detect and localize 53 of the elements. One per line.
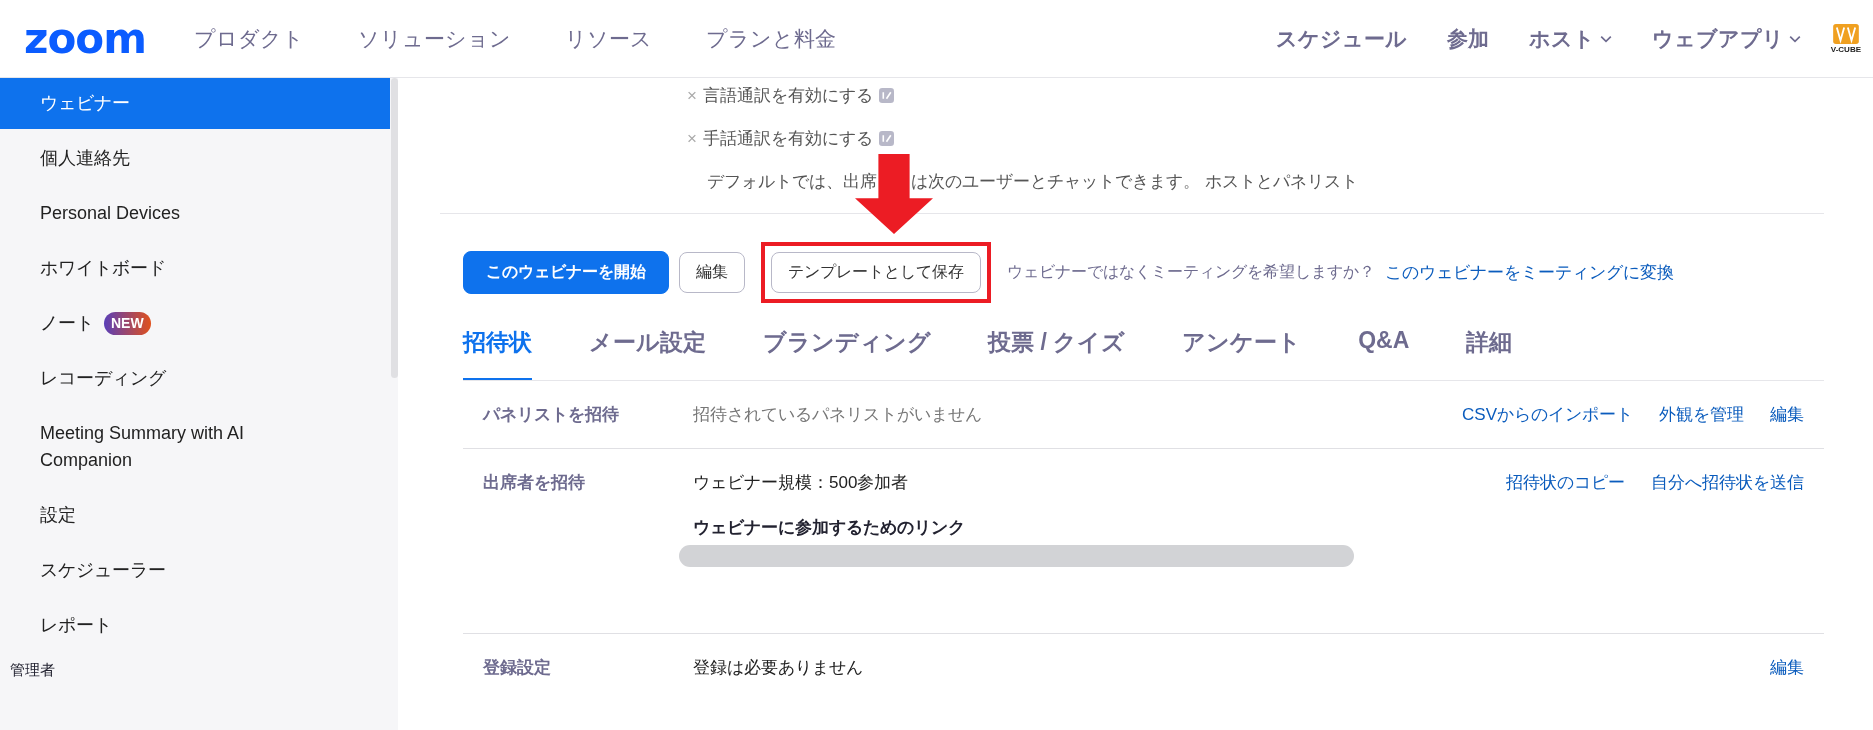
- nav-link[interactable]: ソリューション: [357, 24, 511, 53]
- cross-icon: ×: [687, 85, 697, 106]
- row-value: ウェビナー規模：500参加者: [693, 472, 910, 494]
- sidebar-item[interactable]: ホワイトボード: [0, 243, 390, 294]
- section-heading: 管理者: [9, 660, 56, 680]
- cross-icon: ×: [687, 128, 697, 149]
- edit-button[interactable]: 編集: [679, 252, 745, 293]
- row-link[interactable]: 自分へ招待状を送信: [1651, 471, 1804, 611]
- nav-link[interactable]: リソース: [564, 24, 652, 53]
- setting-label: 手話通訳を有効にする: [702, 128, 873, 150]
- nav-link[interactable]: プロダクト: [193, 24, 304, 53]
- sidebar-item[interactable]: スケジューラー: [0, 545, 390, 596]
- zoom-logo[interactable]: zoom: [24, 17, 146, 60]
- nav-link[interactable]: ウェブアプリ: [1651, 24, 1801, 53]
- new-badge: NEW: [104, 312, 151, 335]
- sidebar-item[interactable]: レポート: [0, 600, 390, 651]
- row-label: パネリストを招待: [483, 404, 620, 426]
- sidebar-item[interactable]: 個人連絡先: [0, 133, 390, 184]
- row-link[interactable]: 編集: [1770, 403, 1804, 426]
- tab[interactable]: 詳細: [1466, 317, 1513, 380]
- nav-link[interactable]: ホスト: [1528, 24, 1612, 53]
- tab[interactable]: メール設定: [589, 317, 706, 380]
- row-value: 招待されているパネリストがいません: [693, 404, 983, 426]
- sidebar-item[interactable]: 設定: [0, 490, 390, 541]
- save-template-button[interactable]: テンプレートとして保存: [771, 252, 981, 293]
- convert-link[interactable]: このウェビナーをミーティングに変換: [1385, 261, 1674, 284]
- row-link[interactable]: 外観を管理: [1659, 403, 1744, 426]
- row-label: 登録設定: [483, 657, 552, 679]
- tab[interactable]: アンケート: [1182, 317, 1302, 380]
- nav-link[interactable]: プランと料金: [705, 24, 836, 53]
- nav-link[interactable]: スケジュール: [1275, 24, 1407, 53]
- tab[interactable]: 招待状: [463, 317, 532, 380]
- partner-logo[interactable]: V-CUBE: [1830, 23, 1861, 54]
- tab[interactable]: ブランディング: [763, 317, 931, 380]
- tab[interactable]: Q&A: [1358, 317, 1410, 380]
- nav-link[interactable]: 参加: [1446, 24, 1489, 53]
- sidebar-item[interactable]: ウェビナー: [0, 78, 390, 129]
- sidebar-item[interactable]: Personal Devices: [0, 188, 390, 239]
- start-button[interactable]: このウェビナーを開始: [463, 251, 669, 294]
- chat-setting-text: デフォルトでは、出席: [707, 171, 877, 193]
- row-value: 登録は必要ありません: [693, 657, 864, 679]
- setting-label: 言語通訳を有効にする: [702, 85, 873, 107]
- row-link[interactable]: CSVからのインポート: [1462, 403, 1633, 426]
- row-link[interactable]: 招待状のコピー: [1506, 471, 1625, 611]
- link-heading: ウェビナーに参加するためのリンク: [693, 517, 966, 539]
- sidebar-item[interactable]: レコーディング: [0, 353, 390, 404]
- row-link[interactable]: 編集: [1770, 656, 1804, 679]
- sidebar-item[interactable]: ノート NEW: [0, 298, 390, 349]
- chat-setting-text: は次のユーザーとチャットできます。 ホストとパネリスト: [911, 171, 1358, 193]
- row-label: 出席者を招待: [483, 472, 586, 494]
- question-text: ウェビナーではなくミーティングを希望しますか？: [1007, 262, 1375, 282]
- tab[interactable]: 投票 / クイズ: [988, 317, 1126, 380]
- sidebar-item[interactable]: Meeting Summary with AI Companion: [0, 408, 390, 486]
